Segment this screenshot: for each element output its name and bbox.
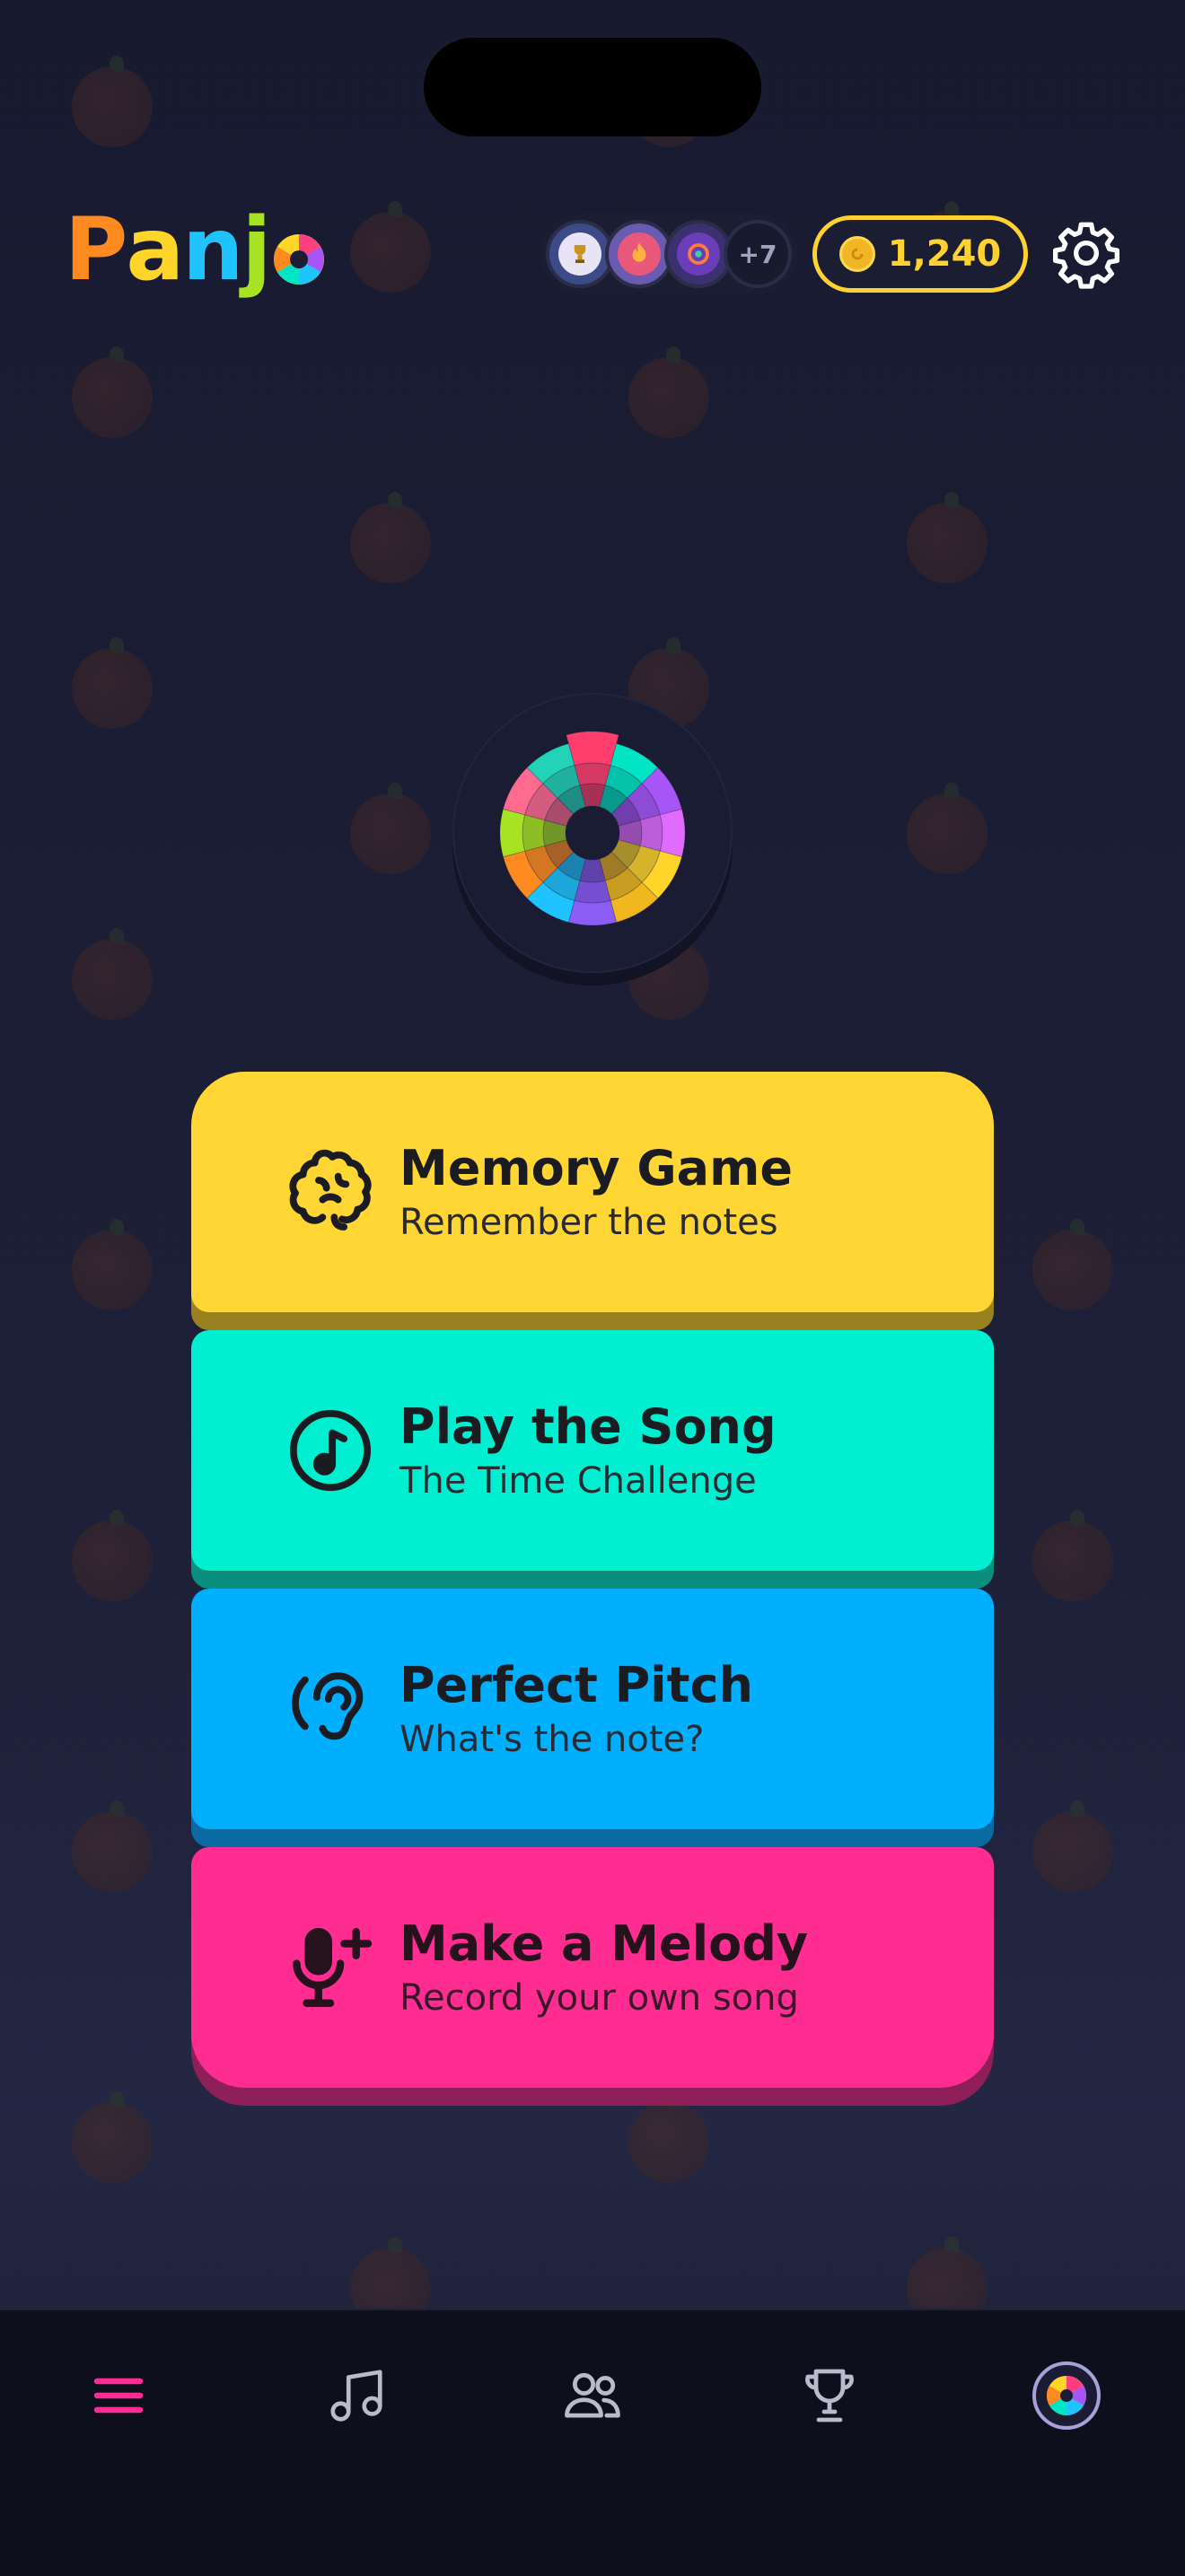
peach-pattern-icon — [72, 346, 153, 438]
peach-pattern-icon — [72, 1510, 153, 1601]
color-wheel-segment — [574, 880, 611, 904]
peach-pattern-icon — [72, 2091, 153, 2183]
card-title: Make a Melody — [399, 1914, 809, 1972]
badges-more-count: +7 — [724, 220, 792, 288]
color-wheel-segment — [639, 814, 663, 852]
peach-pattern-icon — [1032, 1510, 1113, 1601]
color-wheel-button[interactable] — [452, 693, 733, 973]
tab-leaderboard[interactable] — [780, 2346, 879, 2445]
peach-pattern-icon — [628, 346, 709, 438]
peach-pattern-icon — [72, 1801, 153, 1892]
app-logo: P a n j — [65, 194, 327, 293]
tab-profile[interactable] — [1017, 2346, 1116, 2445]
bottom-tab-bar — [0, 2309, 1185, 2576]
perfect-pitch-card[interactable]: Perfect Pitch What's the note? — [191, 1589, 994, 1829]
tab-music[interactable] — [307, 2346, 406, 2445]
coin-balance[interactable]: 1,240 — [812, 215, 1028, 293]
color-wheel-segment — [522, 814, 546, 852]
make-a-melody-card[interactable]: Make a Melody Record your own song — [191, 1847, 994, 2088]
color-wheel-segment — [567, 899, 618, 926]
color-wheel-icon — [499, 731, 686, 926]
logo-letter: a — [126, 199, 184, 300]
color-wheel-segment — [659, 808, 686, 858]
peach-pattern-icon — [72, 928, 153, 1020]
music-note-icon — [330, 2370, 382, 2422]
card-title: Play the Song — [399, 1398, 777, 1455]
logo-letter: n — [182, 199, 243, 300]
card-subtitle: The Time Challenge — [399, 1460, 757, 1503]
trophy-icon — [805, 2369, 854, 2423]
brain-icon — [283, 1144, 378, 1240]
camera-notch — [424, 38, 761, 136]
card-subtitle: Record your own song — [399, 1977, 799, 2020]
peach-pattern-icon — [907, 783, 988, 874]
tab-friends[interactable] — [543, 2346, 642, 2445]
microphone-plus-icon — [283, 1920, 378, 2015]
peach-pattern-icon — [907, 492, 988, 583]
users-icon — [565, 2372, 620, 2418]
logo-wheel-icon — [274, 234, 325, 285]
peach-pattern-icon — [350, 201, 431, 293]
menu-icon — [93, 2378, 144, 2414]
peach-pattern-icon — [1032, 1801, 1113, 1892]
color-wheel-segment — [499, 808, 526, 858]
card-title: Memory Game — [399, 1139, 794, 1196]
game-modes: Memory Game Remember the notes Play the … — [191, 1072, 994, 2106]
music-note-circle-icon — [283, 1403, 378, 1498]
peach-pattern-icon — [350, 492, 431, 583]
card-subtitle: What's the note? — [399, 1719, 705, 1761]
logo-letter: j — [241, 199, 271, 300]
tab-menu[interactable] — [69, 2346, 168, 2445]
medal-badge-icon — [664, 220, 733, 288]
achievement-badges[interactable]: +7 — [540, 214, 797, 294]
color-wheel-segment — [574, 762, 611, 786]
profile-avatar-icon — [1032, 2361, 1101, 2430]
logo-letter: P — [65, 199, 127, 300]
memory-game-card[interactable]: Memory Game Remember the notes — [191, 1072, 994, 1312]
peach-pattern-icon — [72, 1219, 153, 1310]
trophy-badge-icon — [546, 220, 614, 288]
peach-pattern-icon — [72, 637, 153, 729]
peach-pattern-icon — [628, 2091, 709, 2183]
peach-pattern-icon — [1032, 1219, 1113, 1310]
coin-icon — [838, 236, 875, 272]
color-wheel-segment — [566, 731, 619, 767]
gear-icon[interactable] — [1050, 217, 1122, 289]
ear-icon — [283, 1661, 378, 1757]
coin-count: 1,240 — [887, 233, 1002, 275]
peach-pattern-icon — [72, 56, 153, 147]
card-subtitle: Remember the notes — [399, 1202, 778, 1244]
play-the-song-card[interactable]: Play the Song The Time Challenge — [191, 1330, 994, 1571]
peach-pattern-icon — [350, 783, 431, 874]
card-title: Perfect Pitch — [399, 1656, 753, 1713]
flame-badge-icon — [605, 220, 673, 288]
